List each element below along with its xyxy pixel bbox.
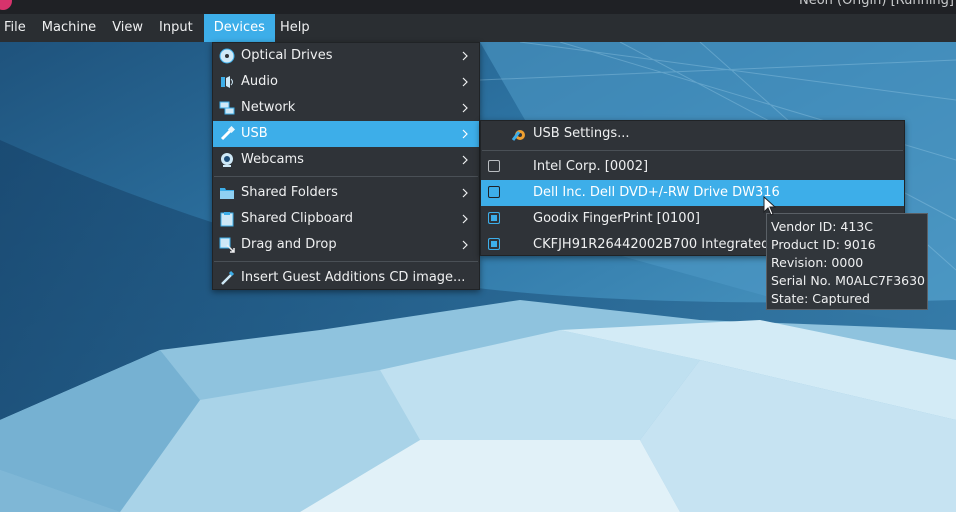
audio-icon <box>221 76 233 88</box>
chevron-right-icon <box>462 155 468 165</box>
menu-item-drag-and-drop[interactable]: Drag and Drop <box>213 232 479 258</box>
tooltip-revision: Revision: 0000 <box>771 255 864 270</box>
menu-devices[interactable]: Devices <box>203 14 275 42</box>
menu-item-insert-guest-additions[interactable]: Insert Guest Additions CD image... <box>213 265 479 291</box>
menu-item-usb-settings[interactable]: USB Settings... <box>481 121 904 147</box>
menu-item-network[interactable]: Network <box>213 95 479 121</box>
menu-item-optical-drives[interactable]: Optical Drives <box>213 43 479 69</box>
menu-machine[interactable]: Machine <box>37 14 107 42</box>
menu-bar: File Machine View Input Devices Help <box>0 14 956 42</box>
menu-view[interactable]: View <box>107 14 154 42</box>
menu-item-label: Optical Drives <box>241 48 333 63</box>
optical-disc-icon <box>219 48 235 64</box>
menu-help[interactable]: Help <box>275 14 321 42</box>
menu-item-label: Shared Clipboard <box>241 211 353 226</box>
chevron-right-icon <box>462 129 468 139</box>
chevron-right-icon <box>462 51 468 61</box>
menu-item-label: USB Settings... <box>533 126 630 141</box>
chevron-right-icon <box>462 77 468 87</box>
window-title: Neon (Origin) [Running] <box>798 0 954 8</box>
usb-icon <box>220 126 235 141</box>
clipboard-icon <box>220 212 234 227</box>
shared-folder-icon <box>220 188 234 199</box>
menu-item-label: Network <box>241 100 296 115</box>
drag-drop-icon <box>219 237 235 253</box>
usb-device-checkbox[interactable] <box>488 186 500 198</box>
usb-device-intel[interactable]: Intel Corp. [0002] <box>481 154 904 180</box>
usb-device-tooltip: Vendor ID: 413C Product ID: 9016 Revisio… <box>766 213 928 310</box>
chevron-right-icon <box>462 214 468 224</box>
usb-device-label: CKFJH91R26442002B700 Integrated_W <box>533 237 789 252</box>
mouse-cursor-icon <box>763 196 777 216</box>
chevron-right-icon <box>462 188 468 198</box>
menu-input[interactable]: Input <box>154 14 204 42</box>
chevron-right-icon <box>462 103 468 113</box>
usb-device-label: Intel Corp. [0002] <box>533 159 649 174</box>
usb-device-label: Dell Inc. Dell DVD+/-RW Drive DW316 <box>533 185 780 200</box>
usb-device-label: Goodix FingerPrint [0100] <box>533 211 700 226</box>
menu-file[interactable]: File <box>0 14 37 42</box>
window-titlebar: Neon (Origin) [Running] <box>0 0 956 14</box>
tooltip-product-id: Product ID: 9016 <box>771 237 876 252</box>
webcam-icon <box>221 153 233 167</box>
menu-item-audio[interactable]: Audio <box>213 69 479 95</box>
menu-separator <box>482 150 903 151</box>
menu-item-label: Shared Folders <box>241 185 338 200</box>
network-icon <box>219 101 235 115</box>
usb-device-checkbox[interactable] <box>488 160 500 172</box>
tooltip-state: State: Captured <box>771 291 870 306</box>
app-logo-icon <box>0 0 12 10</box>
guest-additions-icon <box>221 270 235 285</box>
menu-item-label: Webcams <box>241 152 304 167</box>
menu-item-shared-folders[interactable]: Shared Folders <box>213 180 479 206</box>
usb-settings-icon <box>511 130 525 141</box>
usb-device-checkbox[interactable] <box>488 212 500 224</box>
chevron-right-icon <box>462 240 468 250</box>
menu-item-webcams[interactable]: Webcams <box>213 147 479 173</box>
menu-item-shared-clipboard[interactable]: Shared Clipboard <box>213 206 479 232</box>
tooltip-vendor-id: Vendor ID: 413C <box>771 219 873 234</box>
menu-item-label: Insert Guest Additions CD image... <box>241 270 466 285</box>
menu-separator <box>214 261 478 262</box>
menu-item-label: USB <box>241 126 268 141</box>
usb-device-dell-dvd[interactable]: Dell Inc. Dell DVD+/-RW Drive DW316 <box>481 180 904 206</box>
menu-item-label: Drag and Drop <box>241 237 337 252</box>
menu-item-label: Audio <box>241 74 278 89</box>
tooltip-serial: Serial No. M0ALC7F3630 <box>771 273 926 288</box>
usb-device-checkbox[interactable] <box>488 238 500 250</box>
menu-separator <box>214 176 478 177</box>
menu-item-usb[interactable]: USB <box>213 121 479 147</box>
devices-menu: Optical Drives Audio Network USB Webcams… <box>212 42 480 290</box>
